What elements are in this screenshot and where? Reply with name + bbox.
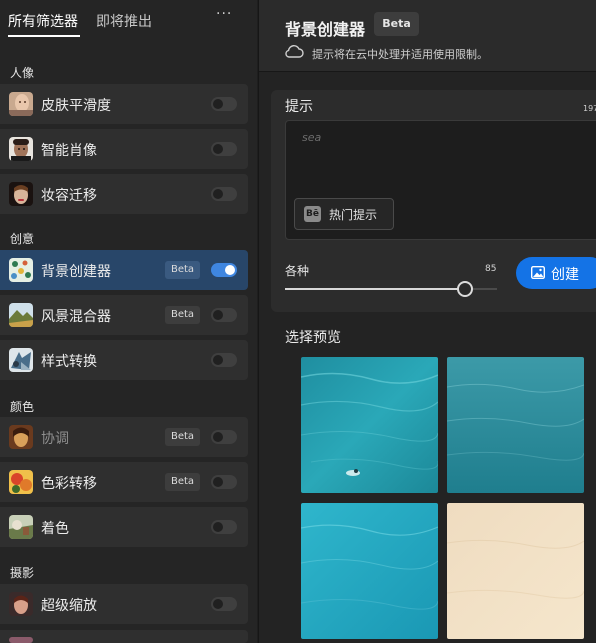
prompt-textarea[interactable]: sea Bē 热门提示: [285, 120, 596, 240]
beta-badge: Beta: [165, 261, 200, 279]
filter-item-color-transfer[interactable]: 色彩转移 Beta: [0, 462, 248, 502]
preview-title: 选择预览: [285, 330, 341, 346]
filter-label: 背景创建器: [41, 264, 111, 280]
filter-toggle[interactable]: [211, 353, 237, 367]
filter-label: 妆容迁移: [41, 188, 97, 204]
filter-thumbnail-icon: [9, 637, 33, 643]
prompt-card: 提示 197 sea Bē 热门提示 各种 85 创建: [271, 90, 596, 312]
filter-item-smart-portrait[interactable]: 智能肖像: [0, 129, 248, 169]
panel-title: 背景创建器: [285, 20, 366, 39]
variety-slider-handle[interactable]: [457, 281, 473, 297]
section-title-portrait: 人像: [10, 66, 35, 80]
active-tab-indicator: [8, 35, 80, 37]
filter-tabs: 所有筛选器 即将推出 ···: [0, 0, 257, 44]
filter-label: 智能肖像: [41, 143, 97, 159]
filter-toggle[interactable]: [211, 142, 237, 156]
filter-item-skin-smoothing[interactable]: 皮肤平滑度: [0, 84, 248, 124]
filter-toggle[interactable]: [211, 597, 237, 611]
tab-all-filters[interactable]: 所有筛选器: [8, 11, 78, 31]
create-label: 创建: [551, 267, 579, 283]
panel-beta-badge: Beta: [374, 12, 419, 36]
filter-item-landscape-mixer[interactable]: 风景混合器 Beta: [0, 295, 248, 335]
beta-badge: Beta: [165, 473, 200, 491]
prompt-text: sea: [302, 131, 322, 144]
color-transfer-icon: [9, 470, 33, 494]
background-creator-panel: 背景创建器 Beta 提示将在云中处理并适用使用限制。 提示 197 sea B…: [258, 0, 596, 643]
portrait-smart-icon: [9, 137, 33, 161]
landscape-mixer-icon: [9, 303, 33, 327]
beta-badge: Beta: [165, 306, 200, 324]
portrait-skin-icon: [9, 92, 33, 116]
filter-label: 样式转换: [41, 354, 97, 370]
filter-label: 协调: [41, 431, 69, 447]
prompt-char-count: 197: [583, 104, 596, 113]
filter-label: 皮肤平滑度: [41, 98, 111, 114]
sea-preview-3[interactable]: [301, 503, 438, 639]
create-button[interactable]: 创建: [516, 257, 596, 289]
filter-label: 着色: [41, 521, 69, 537]
colorize-icon: [9, 515, 33, 539]
sea-preview-1[interactable]: [301, 357, 438, 493]
filter-label: 超级缩放: [41, 598, 97, 614]
filter-toggle[interactable]: [211, 187, 237, 201]
hot-prompts-button[interactable]: Bē 热门提示: [294, 198, 394, 230]
cloud-processing-note: 提示将在云中处理并适用使用限制。: [312, 48, 488, 61]
filter-toggle[interactable]: [211, 97, 237, 111]
filter-toggle[interactable]: [211, 308, 237, 322]
prompt-title: 提示: [285, 99, 313, 115]
filter-item-colorize[interactable]: 着色: [0, 507, 248, 547]
filter-toggle[interactable]: [211, 520, 237, 534]
filter-item-background-creator[interactable]: 背景创建器 Beta: [0, 250, 248, 290]
filter-item-harmonize[interactable]: 协调 Beta: [0, 417, 248, 457]
sea-preview-4[interactable]: [447, 503, 584, 639]
variety-slider[interactable]: [285, 281, 497, 297]
section-title-color: 颜色: [10, 400, 35, 414]
variety-slider-value: 85: [485, 264, 497, 274]
section-title-creative: 创意: [10, 232, 35, 246]
super-zoom-icon: [9, 592, 33, 616]
filter-item-super-zoom[interactable]: 超级缩放: [0, 584, 248, 624]
background-creator-icon: [9, 258, 33, 282]
more-options-icon[interactable]: ···: [216, 6, 234, 22]
cloud-icon: [285, 45, 304, 58]
filter-item-style-transfer[interactable]: 样式转换: [0, 340, 248, 380]
filter-toggle[interactable]: [211, 475, 237, 489]
section-title-photography: 摄影: [10, 566, 35, 580]
beta-badge: Beta: [165, 428, 200, 446]
style-transfer-icon: [9, 348, 33, 372]
filter-toggle[interactable]: [211, 430, 237, 444]
portrait-makeup-icon: [9, 182, 33, 206]
image-icon: [531, 266, 545, 279]
filters-panel: 所有筛选器 即将推出 ··· 人像 皮肤平滑度 智能肖像 妆容迁移 创意 背景创…: [0, 0, 257, 643]
sea-preview-2[interactable]: [447, 357, 584, 493]
tab-coming-soon[interactable]: 即将推出: [96, 11, 152, 31]
filter-toggle[interactable]: [211, 263, 237, 277]
filter-item-makeup-transfer[interactable]: 妆容迁移: [0, 174, 248, 214]
variety-slider-fill: [285, 288, 465, 290]
hot-prompts-label: 热门提示: [329, 208, 378, 222]
harmonize-icon: [9, 425, 33, 449]
behance-icon: Bē: [304, 206, 321, 222]
filter-label: 风景混合器: [41, 309, 111, 325]
variety-slider-label: 各种: [285, 264, 310, 278]
filter-label: 色彩转移: [41, 476, 97, 492]
filter-item-partial[interactable]: [0, 630, 248, 643]
panel-header: 背景创建器 Beta 提示将在云中处理并适用使用限制。: [259, 0, 596, 72]
